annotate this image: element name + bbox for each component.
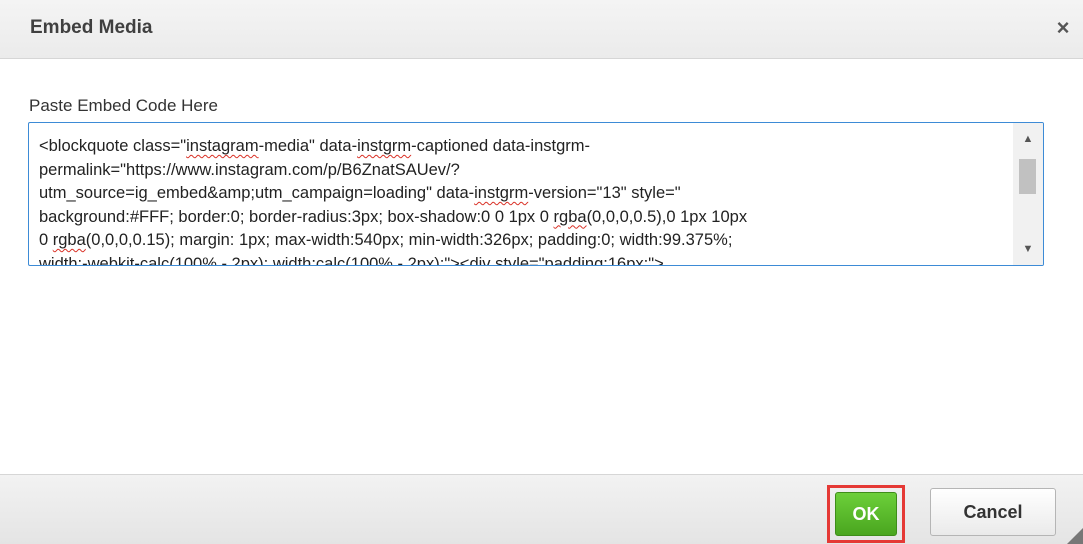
- embed-code-textarea[interactable]: <blockquote class="instagram-media" data…: [28, 122, 1044, 266]
- cancel-button[interactable]: Cancel: [930, 488, 1056, 536]
- code-line: utm_source=ig_embed&amp;utm_campaign=loa…: [39, 184, 681, 202]
- resize-grip-icon[interactable]: [1067, 528, 1083, 544]
- code-line: permalink="https://www.instagram.com/p/B…: [39, 160, 460, 179]
- embed-code-label: Paste Embed Code Here: [29, 96, 218, 115]
- ok-button[interactable]: OK: [835, 492, 897, 536]
- embed-code-text[interactable]: <blockquote class="instagram-media" data…: [39, 135, 1014, 266]
- embed-media-dialog: Embed Media × Paste Embed Code Here <blo…: [0, 0, 1083, 544]
- scroll-up-arrow-icon[interactable]: ▲: [1013, 129, 1043, 149]
- scroll-down-arrow-icon[interactable]: ▼: [1013, 239, 1043, 259]
- code-line: 0 rgba(0,0,0,0.15); margin: 1px; max-wid…: [39, 231, 733, 249]
- close-icon[interactable]: ×: [1053, 17, 1073, 39]
- textarea-scrollbar[interactable]: ▲ ▼: [1013, 123, 1043, 265]
- dialog-title: Embed Media: [30, 17, 153, 38]
- scroll-thumb[interactable]: [1019, 159, 1036, 194]
- code-line: width:-webkit-calc(100% - 2px); width:ca…: [39, 254, 664, 266]
- dialog-titlebar[interactable]: Embed Media ×: [0, 0, 1083, 59]
- code-line: <blockquote class="instagram-media" data…: [39, 137, 590, 155]
- code-line: background:#FFF; border:0; border-radius…: [39, 207, 748, 226]
- dialog-footer: [0, 474, 1083, 544]
